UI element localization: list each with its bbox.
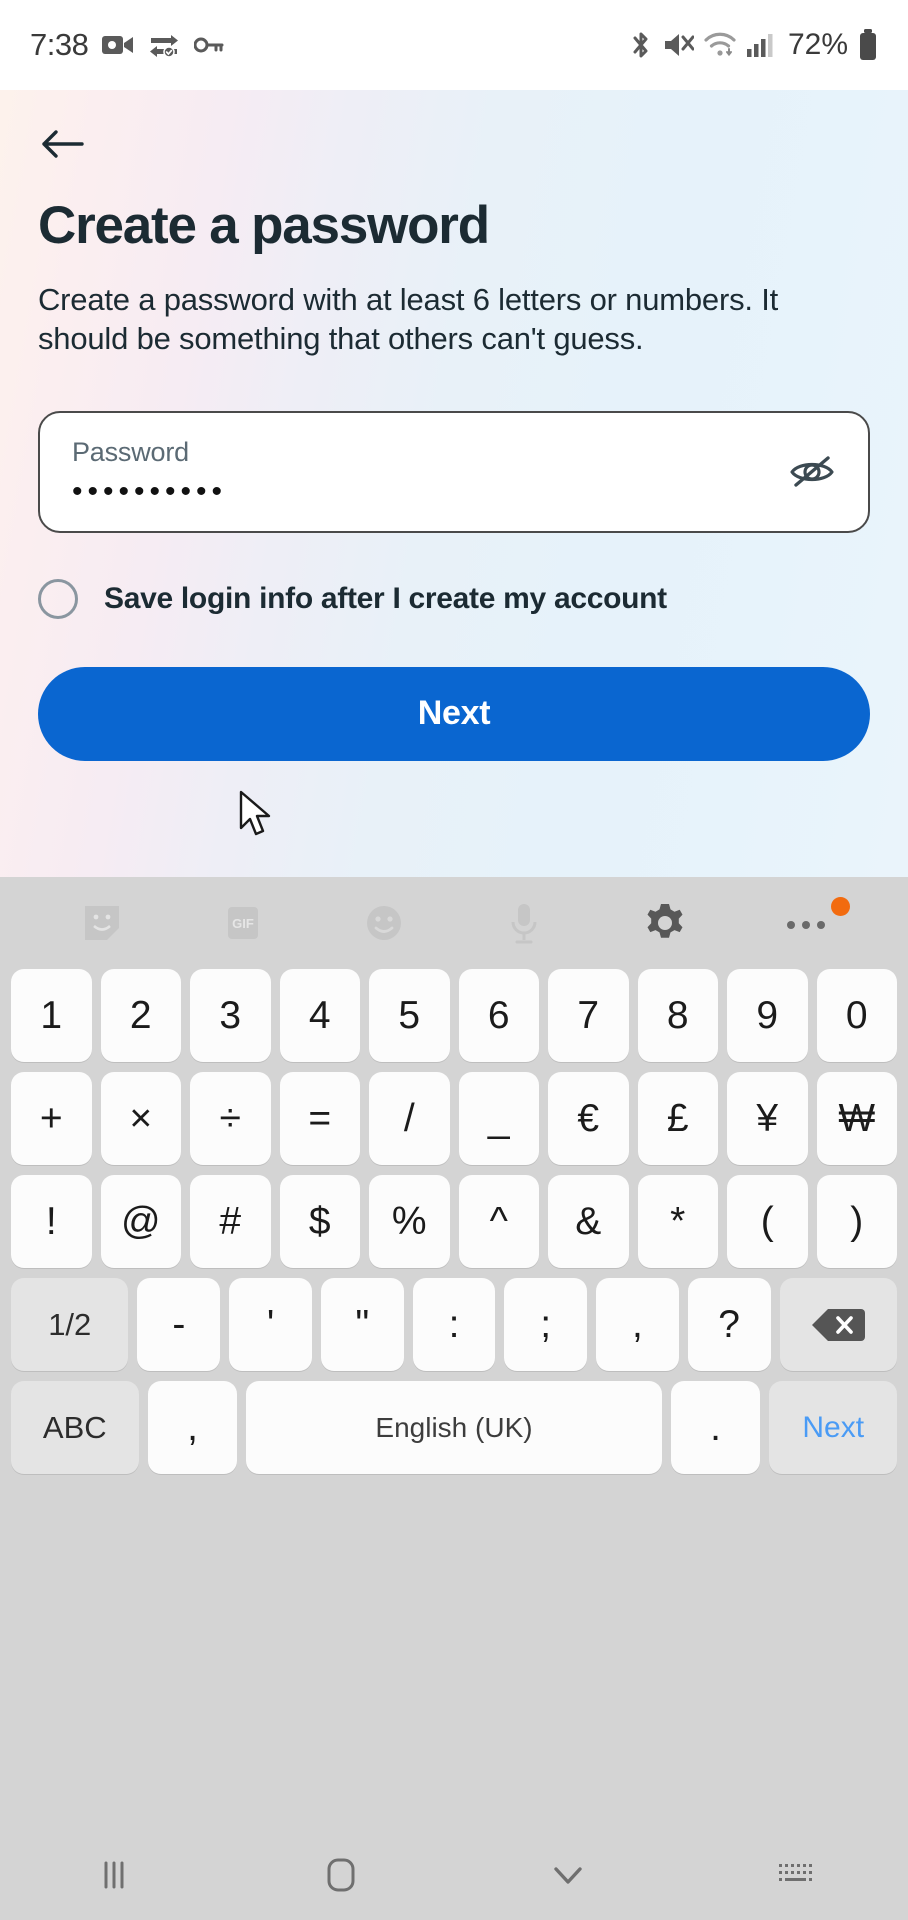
home-icon[interactable]	[227, 1830, 454, 1920]
key-paren-close[interactable]: )	[816, 1175, 897, 1268]
keyboard-row-bottom: ABC , English (UK) . Next	[4, 1381, 904, 1474]
save-login-info-row[interactable]: Save login info after I create my accoun…	[38, 578, 870, 619]
key-underscore[interactable]: _	[458, 1072, 539, 1165]
key-4[interactable]: 4	[279, 969, 360, 1062]
keyboard-switcher-icon[interactable]	[681, 1830, 908, 1920]
status-bar-left: 7:38	[30, 27, 224, 63]
key-hyphen[interactable]: -	[137, 1278, 221, 1371]
key-3[interactable]: 3	[190, 969, 271, 1062]
vpn-icon	[148, 32, 180, 58]
status-bar-clock: 7:38	[30, 27, 89, 62]
key-plus[interactable]: +	[11, 1072, 92, 1165]
back-arrow-icon[interactable]	[34, 116, 90, 172]
page-title: Create a password	[38, 196, 490, 255]
emoji-icon[interactable]	[313, 877, 454, 969]
key-slash[interactable]: /	[369, 1072, 450, 1165]
settings-gear-icon[interactable]	[595, 877, 736, 969]
key-1[interactable]: 1	[11, 969, 92, 1062]
key-2[interactable]: 2	[100, 969, 181, 1062]
next-button-label: Next	[417, 694, 491, 733]
keyboard-row-symbols: ! @ # $ % ^ & * ( )	[4, 1175, 904, 1268]
key-comma[interactable]: ,	[147, 1381, 238, 1474]
recents-icon[interactable]	[0, 1830, 227, 1920]
system-navigation-bar	[0, 1830, 908, 1920]
keyboard-row-math: + × ÷ = / _ € £ ¥ ₩	[4, 1072, 904, 1165]
top-bar	[38, 90, 870, 176]
key-at[interactable]: @	[100, 1175, 181, 1268]
save-login-checkbox[interactable]	[38, 578, 78, 619]
key-exclamation[interactable]: !	[11, 1175, 92, 1268]
key-icon	[194, 35, 224, 55]
battery-percent-label: 72%	[787, 28, 848, 61]
next-button[interactable]: Next	[38, 666, 870, 761]
bluetooth-icon	[630, 29, 652, 61]
key-percent[interactable]: %	[369, 1175, 450, 1268]
key-equals[interactable]: =	[279, 1072, 360, 1165]
key-ampersand[interactable]: &	[548, 1175, 629, 1268]
key-dollar[interactable]: $	[279, 1175, 360, 1268]
key-enter-next[interactable]: Next	[769, 1381, 898, 1474]
key-symbol-page-toggle[interactable]: 1/2	[11, 1278, 129, 1371]
more-options-icon[interactable]	[735, 877, 876, 969]
keyboard-row-numbers: 1 2 3 4 5 6 7 8 9 0	[4, 969, 904, 1062]
camera-record-icon	[102, 33, 134, 57]
key-multiply[interactable]: ×	[100, 1072, 181, 1165]
key-euro[interactable]: €	[548, 1072, 629, 1165]
key-7[interactable]: 7	[548, 969, 629, 1062]
more-options-badge	[831, 897, 851, 916]
key-0[interactable]: 0	[816, 969, 897, 1062]
key-asterisk[interactable]: *	[637, 1175, 718, 1268]
microphone-icon[interactable]	[454, 877, 595, 969]
key-9[interactable]: 9	[727, 969, 808, 1062]
key-comma-row4[interactable]: ,	[596, 1278, 679, 1371]
hide-keyboard-icon[interactable]	[454, 1830, 681, 1920]
key-colon[interactable]: :	[412, 1278, 496, 1371]
key-divide[interactable]: ÷	[190, 1072, 271, 1165]
svg-text:GIF: GIF	[232, 916, 254, 931]
key-caret[interactable]: ^	[458, 1175, 539, 1268]
gif-icon[interactable]: GIF	[173, 877, 314, 969]
key-quote[interactable]: "	[320, 1278, 404, 1371]
backspace-icon[interactable]	[779, 1278, 897, 1371]
battery-icon	[858, 29, 878, 61]
key-8[interactable]: 8	[637, 969, 718, 1062]
password-field-label: Password	[72, 436, 189, 467]
mouse-cursor	[238, 790, 278, 847]
key-hash[interactable]: #	[190, 1175, 271, 1268]
sticker-icon[interactable]	[32, 877, 173, 969]
key-spacebar[interactable]: English (UK)	[246, 1381, 662, 1474]
key-paren-open[interactable]: (	[727, 1175, 808, 1268]
password-input-field[interactable]: Password ••••••••••	[38, 410, 870, 533]
phone-screen: 7: 3 8 72% Create a password Create a pass…	[0, 0, 908, 1920]
key-6[interactable]: 6	[458, 969, 539, 1062]
key-pound[interactable]: £	[637, 1072, 718, 1165]
key-question[interactable]: ?	[687, 1278, 771, 1371]
status-bar-right: 72%	[630, 28, 878, 62]
on-screen-keyboard: GIF 1 2 3 4 5 6 7 8 9 0 + × ÷ = / _ € £ …	[0, 877, 908, 1830]
key-won[interactable]: ₩	[816, 1072, 897, 1165]
key-5[interactable]: 5	[369, 969, 450, 1062]
wifi-icon	[704, 32, 736, 58]
key-yen[interactable]: ¥	[727, 1072, 808, 1165]
page-subtitle: Create a password with at least 6 letter…	[38, 281, 779, 357]
keyboard-toolbar: GIF	[4, 877, 904, 969]
cellular-signal-icon	[746, 32, 774, 58]
key-abc-toggle[interactable]: ABC	[11, 1381, 139, 1474]
volume-mute-icon	[662, 31, 694, 59]
save-login-label: Save login info after I create my accoun…	[104, 581, 667, 615]
password-field-value: ••••••••••	[72, 474, 228, 508]
key-apostrophe[interactable]: '	[229, 1278, 312, 1371]
key-period[interactable]: .	[670, 1381, 761, 1474]
status-bar: 7:38 72%	[0, 0, 908, 90]
keyboard-row-punctuation: 1/2 - ' " : ; , ?	[4, 1278, 904, 1371]
eye-slash-icon[interactable]	[782, 442, 842, 502]
key-semicolon[interactable]: ;	[504, 1278, 588, 1371]
create-password-screen: Create a password Create a password with…	[0, 90, 908, 877]
